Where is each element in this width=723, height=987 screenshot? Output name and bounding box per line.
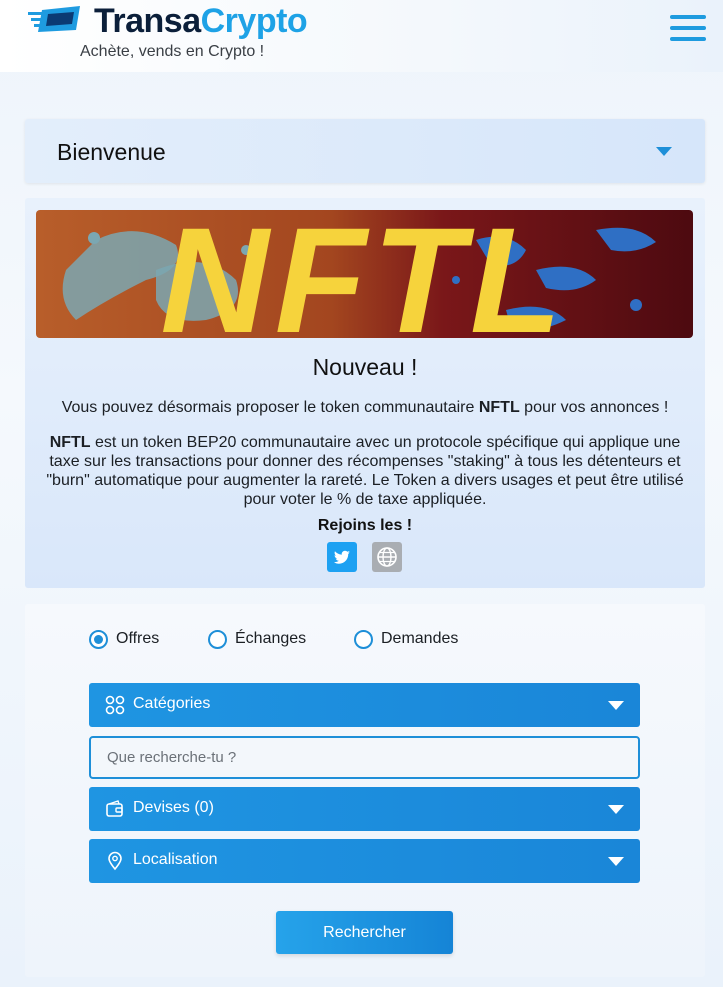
radio-checked-icon[interactable] xyxy=(89,629,108,649)
location-label: Localisation xyxy=(133,851,218,868)
news-title: Nouveau ! xyxy=(312,354,418,380)
nftl-banner-image: NFTL xyxy=(36,210,693,338)
search-input[interactable] xyxy=(89,736,640,779)
radio-unchecked-icon[interactable] xyxy=(354,629,373,649)
location-pin-icon xyxy=(108,851,122,871)
app-header: TransaCrypto Achète, vends en Crypto ! xyxy=(0,0,723,72)
currencies-dropdown[interactable]: Devises (0) xyxy=(89,787,640,831)
news-description: NFTL est un token BEP20 communautaire av… xyxy=(46,434,684,508)
chevron-down-icon[interactable] xyxy=(656,147,672,156)
news-panel: NFTL Nouveau ! Vous pouvez désormais pro… xyxy=(25,198,705,588)
wallet-icon xyxy=(106,800,123,817)
radio-label: Échanges xyxy=(235,630,307,647)
welcome-title: Bienvenue xyxy=(57,139,166,165)
search-panel: Offres Échanges Demandes Catégories Devi… xyxy=(25,604,705,977)
tagline: Achète, vends en Crypto ! xyxy=(80,43,265,60)
logo-wings-icon xyxy=(28,6,80,32)
chevron-down-icon xyxy=(608,805,624,814)
chevron-down-icon xyxy=(608,701,624,710)
banner-text: NFTL xyxy=(160,210,567,338)
grid-icon xyxy=(105,695,125,715)
radio-offres[interactable]: Offres xyxy=(89,628,159,650)
logo-text: TransaCrypto xyxy=(94,2,308,40)
currencies-label: Devises (0) xyxy=(133,799,214,816)
categories-dropdown[interactable]: Catégories xyxy=(89,683,640,727)
radio-label: Demandes xyxy=(381,630,459,647)
categories-label: Catégories xyxy=(133,695,211,712)
location-dropdown[interactable]: Localisation xyxy=(89,839,640,883)
radio-unchecked-icon[interactable] xyxy=(208,629,227,649)
hamburger-menu-icon[interactable] xyxy=(670,15,706,47)
welcome-accordion[interactable]: Bienvenue xyxy=(25,119,705,183)
logo-text-part2: Crypto xyxy=(200,2,308,40)
radio-echanges[interactable]: Échanges xyxy=(208,628,306,650)
join-heading: Rejoins les ! xyxy=(317,517,413,534)
globe-icon[interactable] xyxy=(372,542,402,572)
radio-label: Offres xyxy=(116,630,160,647)
news-intro: Vous pouvez désormais proposer le token … xyxy=(61,399,669,416)
twitter-icon[interactable] xyxy=(327,542,357,572)
search-button[interactable]: Rechercher xyxy=(276,911,453,954)
chevron-down-icon xyxy=(608,857,624,866)
logo-text-part1: Transa xyxy=(94,2,201,40)
radio-demandes[interactable]: Demandes xyxy=(354,628,458,650)
